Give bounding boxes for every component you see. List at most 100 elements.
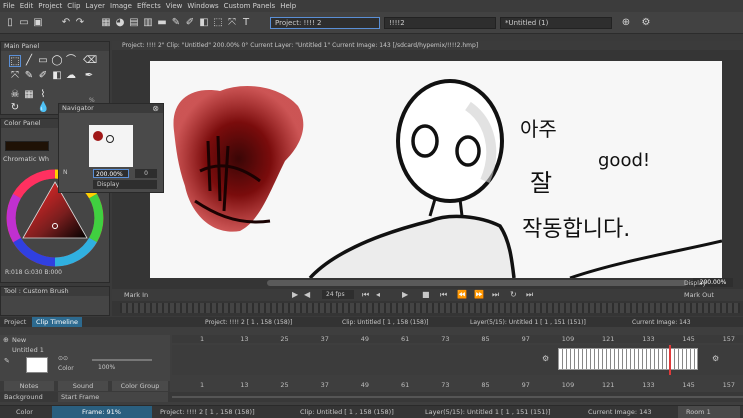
menu-file[interactable]: File (3, 2, 15, 10)
brush-icon[interactable]: ✐ (184, 17, 196, 29)
rewind-icon[interactable]: ⏮ (362, 290, 369, 300)
status-frame-pct[interactable]: Frame: 91% (52, 406, 152, 418)
clip-combo[interactable]: !!!!2 (384, 17, 496, 29)
timeline-icon[interactable]: ▬ (156, 17, 168, 29)
menu-effects[interactable]: Effects (137, 2, 161, 10)
layer-name[interactable]: Untitled 1 (12, 346, 44, 354)
navigator-panel: Navigator ⊗ N 200.00% 0 Display (58, 103, 164, 193)
layer-visibility-icon[interactable]: ✎ (4, 357, 10, 365)
menu-help[interactable]: Help (280, 2, 296, 10)
notes-button[interactable]: Notes (4, 381, 54, 391)
mark-in-button[interactable]: Mark In (124, 291, 148, 299)
last-frame-icon[interactable]: ⏭ (492, 290, 499, 300)
selection-icon[interactable]: ⬚ (212, 17, 224, 29)
project-combo[interactable]: Project: !!!! 2 (270, 17, 380, 29)
color-wheel-icon[interactable]: ◕ (114, 17, 126, 29)
tab-project[interactable]: Project (4, 318, 26, 326)
zoom-icon[interactable]: ⊕ (620, 17, 632, 29)
sound-button[interactable]: Sound (58, 381, 108, 391)
menu-layer[interactable]: Layer (85, 2, 105, 10)
eraser-tool-icon[interactable]: ⌫ (83, 55, 97, 67)
rect-tool-icon[interactable]: ▭ (37, 55, 49, 67)
settings-icon[interactable]: ⚙ (640, 17, 652, 29)
navigator-thumbnail[interactable] (89, 125, 133, 167)
stop-icon[interactable]: ■ (422, 290, 430, 299)
menu-view[interactable]: View (166, 2, 183, 10)
grid-icon[interactable]: ▦ (100, 17, 112, 29)
status-zoom[interactable]: Room 1 (678, 406, 740, 418)
grid-tool-icon[interactable]: ▦ (23, 89, 35, 101)
drawing-canvas[interactable]: 아주 good! 잘 작동합니다. (150, 61, 722, 278)
opacity-slider[interactable] (92, 359, 152, 361)
frame-tick: 1 (200, 381, 205, 389)
start-frame-select[interactable]: Start Frame (58, 392, 168, 402)
viewer-frame-strip[interactable] (120, 303, 740, 313)
navigator-close-icon[interactable]: ⊗ (152, 104, 159, 113)
brush-tool-icon[interactable]: ✐ (37, 70, 49, 82)
frame-gear-icon[interactable]: ⚙ (542, 354, 549, 363)
fill-tool-icon[interactable]: ◧ (51, 70, 63, 82)
new-layer-label[interactable]: New (12, 336, 26, 344)
pencil-tool-icon[interactable]: ✎ (23, 70, 35, 82)
ink-tool-icon[interactable]: ✒ (83, 70, 95, 82)
layer-thumbnail[interactable] (26, 357, 48, 373)
line-tool-icon[interactable]: ╱ (23, 55, 35, 67)
prev-frame-icon[interactable]: ⏪ (457, 290, 467, 299)
back-icon[interactable]: ◂ (376, 290, 380, 299)
skull-tool-icon[interactable]: ☠ (9, 89, 21, 101)
ellipse-tool-icon[interactable]: ◯ (51, 55, 63, 67)
color-wheel-label[interactable]: Chromatic Wh (3, 155, 49, 163)
layer-mode-icon[interactable]: ⊙⊙ (58, 355, 68, 362)
next-frame-icon[interactable]: ⏩ (474, 290, 484, 299)
menu-image[interactable]: Image (110, 2, 132, 10)
fill-icon[interactable]: ◧ (198, 17, 210, 29)
skip-icon[interactable]: ⏭ (526, 290, 533, 300)
palette-icon[interactable]: ▤ (128, 17, 140, 29)
dropper-tool-icon[interactable]: ⌇ (37, 89, 49, 101)
loop-icon[interactable]: ↻ (510, 290, 517, 299)
frames-track[interactable]: ⚙ ⚙ (172, 345, 743, 375)
first-frame-icon[interactable]: ⏮ (440, 290, 447, 300)
viewer-display[interactable]: Display (684, 279, 734, 288)
save-icon[interactable]: ▣ (32, 17, 44, 29)
new-layer-icon[interactable]: ⊕ (3, 336, 9, 344)
menu-project[interactable]: Project (38, 2, 62, 10)
fps-select[interactable]: 24 fps (322, 290, 354, 299)
layer-combo[interactable]: *Untitled (1) (500, 17, 612, 29)
color-group-button[interactable]: Color Group (112, 381, 168, 391)
play-icon[interactable]: ▶ (292, 290, 298, 299)
background-track[interactable] (172, 396, 743, 398)
new-file-icon[interactable]: ▯ (4, 17, 16, 29)
play-button-icon[interactable]: ▶ (402, 290, 408, 299)
menu-clip[interactable]: Clip (67, 2, 80, 10)
layers-icon[interactable]: ▥ (142, 17, 154, 29)
tab-clip-timeline[interactable]: Clip Timeline (32, 317, 82, 327)
playhead[interactable] (669, 345, 671, 375)
redo-icon[interactable]: ↷ (74, 17, 86, 29)
smudge-tool-icon[interactable]: ☁ (65, 70, 77, 82)
pen-icon[interactable]: ✎ (170, 17, 182, 29)
navigator-display[interactable]: Display (93, 180, 157, 189)
open-file-icon[interactable]: ▭ (18, 17, 30, 29)
menu-custom-panels[interactable]: Custom Panels (224, 2, 276, 10)
drop-tool-icon[interactable]: 💧 (37, 102, 49, 114)
curve-tool-icon[interactable]: ⌒ (65, 55, 77, 67)
menu-windows[interactable]: Windows (187, 2, 218, 10)
mark-out-button[interactable]: Mark Out (684, 291, 714, 299)
undo-icon[interactable]: ↶ (60, 17, 72, 29)
text-icon[interactable]: T (240, 17, 252, 29)
current-color-swatch[interactable] (5, 141, 49, 151)
frame-tick: 157 (722, 381, 736, 389)
mute-icon[interactable]: ◀ (304, 290, 310, 299)
transform-tool-icon[interactable]: ⤧ (9, 70, 21, 82)
select-tool-icon[interactable]: ⬚ (9, 55, 21, 67)
lasso-tool-icon[interactable]: ↻ (9, 102, 21, 114)
navigator-zoom[interactable]: 200.00% (93, 169, 129, 178)
transform-icon[interactable]: ⤧ (226, 17, 238, 29)
navigator-n-icon[interactable]: N (63, 169, 71, 177)
viewer-scrollbar[interactable] (267, 280, 687, 286)
menu-edit[interactable]: Edit (20, 2, 34, 10)
navigator-angle[interactable]: 0 (135, 169, 157, 178)
frame-gear-right-icon[interactable]: ⚙ (712, 354, 719, 363)
frames-block[interactable] (558, 348, 698, 370)
